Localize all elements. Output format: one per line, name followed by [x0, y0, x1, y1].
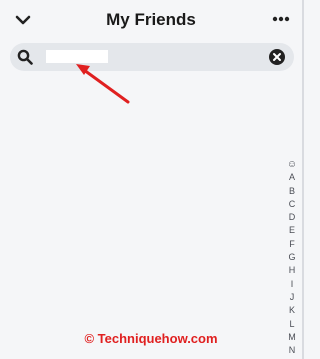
index-item-g[interactable]: G	[288, 251, 295, 264]
index-item-f[interactable]: F	[289, 238, 295, 251]
index-item-b[interactable]: B	[289, 185, 295, 198]
watermark: © Techniquehow.com	[84, 331, 218, 346]
index-item-k[interactable]: K	[289, 304, 295, 317]
more-options-button[interactable]	[270, 12, 292, 26]
index-item-l[interactable]: L	[289, 318, 294, 331]
index-item-e[interactable]: E	[289, 224, 295, 237]
alphabet-index[interactable]: ☺ A B C D E F G H I J K L M N	[284, 158, 300, 357]
search-icon	[17, 49, 33, 65]
index-item-emoji[interactable]: ☺	[287, 158, 297, 171]
index-item-i[interactable]: I	[291, 278, 294, 291]
index-item-d[interactable]: D	[289, 211, 296, 224]
index-item-n[interactable]: N	[289, 344, 296, 357]
clear-search-button[interactable]	[268, 48, 286, 66]
index-item-j[interactable]: J	[290, 291, 295, 304]
friends-screen: My Friends ☺ A B C D E F G H I J K L M N…	[0, 0, 304, 359]
page-title: My Friends	[106, 10, 196, 29]
index-item-h[interactable]: H	[289, 264, 296, 277]
clear-icon	[269, 49, 285, 65]
red-arrow-icon	[76, 64, 130, 104]
index-item-c[interactable]: C	[289, 198, 296, 211]
more-horizontal-icon	[272, 16, 290, 22]
index-item-a[interactable]: A	[289, 171, 295, 184]
search-bar[interactable]	[10, 43, 294, 71]
